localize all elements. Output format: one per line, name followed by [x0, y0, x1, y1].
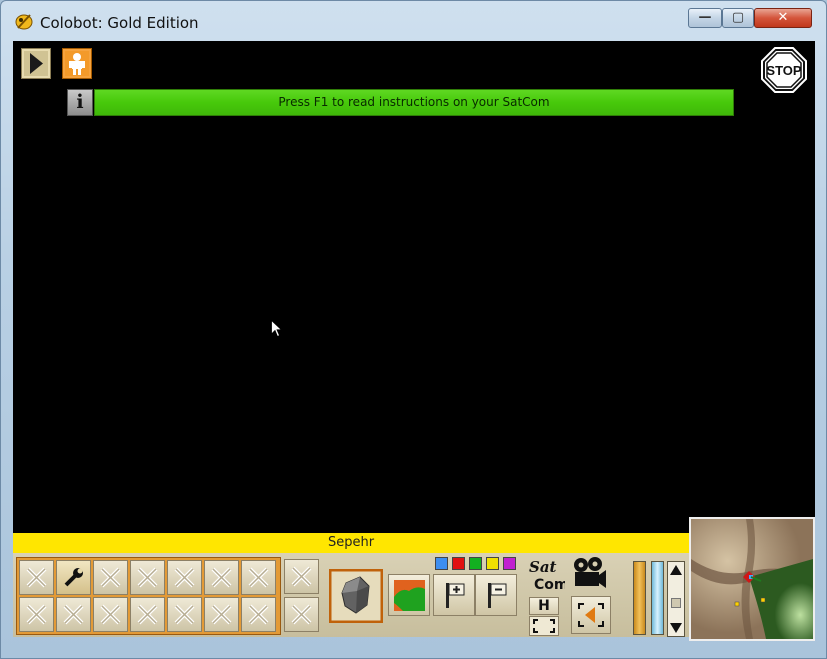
- movie-camera-icon[interactable]: [570, 555, 610, 593]
- disabled-slot-icon: [291, 566, 312, 587]
- action-slot[interactable]: [93, 560, 128, 595]
- minimize-icon: —: [698, 10, 712, 25]
- disabled-slot-icon: [63, 604, 84, 625]
- close-icon: ✕: [777, 10, 789, 25]
- disabled-slot-icon: [26, 604, 47, 625]
- satcom-icon: Sat Com: [529, 558, 565, 593]
- stop-label: STOP: [766, 63, 801, 78]
- colobot-app-icon: [15, 14, 33, 30]
- action-slot[interactable]: [284, 597, 319, 632]
- action-slot[interactable]: [56, 597, 91, 632]
- flag-color-blue[interactable]: [435, 557, 448, 570]
- satcom-button[interactable]: Sat Com: [525, 556, 565, 594]
- disabled-slot-icon: [174, 604, 195, 625]
- remove-flag-button[interactable]: [475, 574, 517, 616]
- disabled-slot-icon: [211, 567, 232, 588]
- back-arrow-icon: [578, 603, 604, 627]
- flag-color-green[interactable]: [469, 557, 482, 570]
- action-slot[interactable]: [167, 597, 202, 632]
- maximize-button[interactable]: ▢: [722, 8, 754, 28]
- arrow-up-icon[interactable]: [669, 563, 683, 577]
- title-bar[interactable]: Colobot: Gold Edition — ▢ ✕: [1, 1, 826, 41]
- terrain-view-button[interactable]: [388, 574, 430, 616]
- action-slot[interactable]: [167, 560, 202, 595]
- action-slot[interactable]: [130, 597, 165, 632]
- repair-button[interactable]: [56, 560, 91, 595]
- plant-flag-button[interactable]: [433, 574, 475, 616]
- action-slot[interactable]: [130, 560, 165, 595]
- minimap[interactable]: [689, 517, 815, 641]
- disabled-slot-icon: [248, 567, 269, 588]
- close-button[interactable]: ✕: [754, 8, 812, 28]
- disabled-slot-icon: [211, 604, 232, 625]
- terrain-minimap-icon: [691, 519, 813, 639]
- mouse-pointer-icon: [271, 320, 283, 338]
- action-slot[interactable]: [204, 597, 239, 632]
- satcom-label-bottom: Com: [534, 577, 565, 593]
- action-slot[interactable]: [19, 560, 54, 595]
- action-slot[interactable]: [19, 597, 54, 632]
- action-slot[interactable]: [204, 560, 239, 595]
- flag-color-selector: [433, 553, 517, 573]
- titanium-ore-icon[interactable]: [329, 569, 383, 623]
- game-window: Colobot: Gold Edition — ▢ ✕ i Press F1 t…: [0, 0, 827, 659]
- action-slot[interactable]: [284, 559, 319, 594]
- control-panel: Sat Com H: [13, 553, 689, 637]
- flag-color-red[interactable]: [452, 557, 465, 570]
- disabled-slot-icon: [291, 604, 312, 625]
- flag-color-yellow[interactable]: [486, 557, 499, 570]
- disabled-slot-icon: [100, 567, 121, 588]
- back-button[interactable]: [571, 596, 611, 634]
- shield-gauge: [651, 561, 664, 635]
- camera-zoom-scrollbar[interactable]: [667, 561, 685, 637]
- flag-plus-icon: [446, 583, 465, 608]
- fullscreen-icon[interactable]: [529, 616, 559, 636]
- scroll-thumb[interactable]: [671, 598, 681, 608]
- info-icon[interactable]: i: [67, 89, 93, 116]
- info-message: Press F1 to read instructions on your Sa…: [278, 95, 550, 109]
- action-slots: [16, 557, 281, 635]
- help-button[interactable]: H: [529, 597, 559, 615]
- satcom-label-top: Sat: [529, 558, 557, 576]
- unit-name-bar: Sepehr: [13, 533, 689, 553]
- info-message-bar: Press F1 to read instructions on your Sa…: [94, 89, 734, 116]
- window-title: Colobot: Gold Edition: [40, 14, 199, 32]
- flag-minus-icon: [488, 583, 507, 608]
- disabled-slot-icon: [174, 567, 195, 588]
- action-slot[interactable]: [93, 597, 128, 632]
- minimize-button[interactable]: —: [688, 8, 722, 28]
- disabled-slot-icon: [26, 567, 47, 588]
- wrench-icon: [64, 568, 83, 587]
- disabled-slot-icon: [137, 604, 158, 625]
- action-slot[interactable]: [241, 560, 276, 595]
- disabled-slot-icon: [248, 604, 269, 625]
- disabled-slot-icon: [137, 567, 158, 588]
- disabled-slot-icon: [100, 604, 121, 625]
- maximize-icon: ▢: [731, 10, 745, 25]
- energy-gauge: [633, 561, 646, 635]
- flag-color-violet[interactable]: [503, 557, 516, 570]
- terrain-map-icon: [394, 580, 425, 611]
- stop-sign-icon[interactable]: STOP: [761, 47, 807, 93]
- arrow-down-icon[interactable]: [669, 621, 683, 635]
- action-slot[interactable]: [241, 597, 276, 632]
- astronaut-icon[interactable]: [62, 48, 92, 79]
- play-icon[interactable]: [21, 48, 51, 79]
